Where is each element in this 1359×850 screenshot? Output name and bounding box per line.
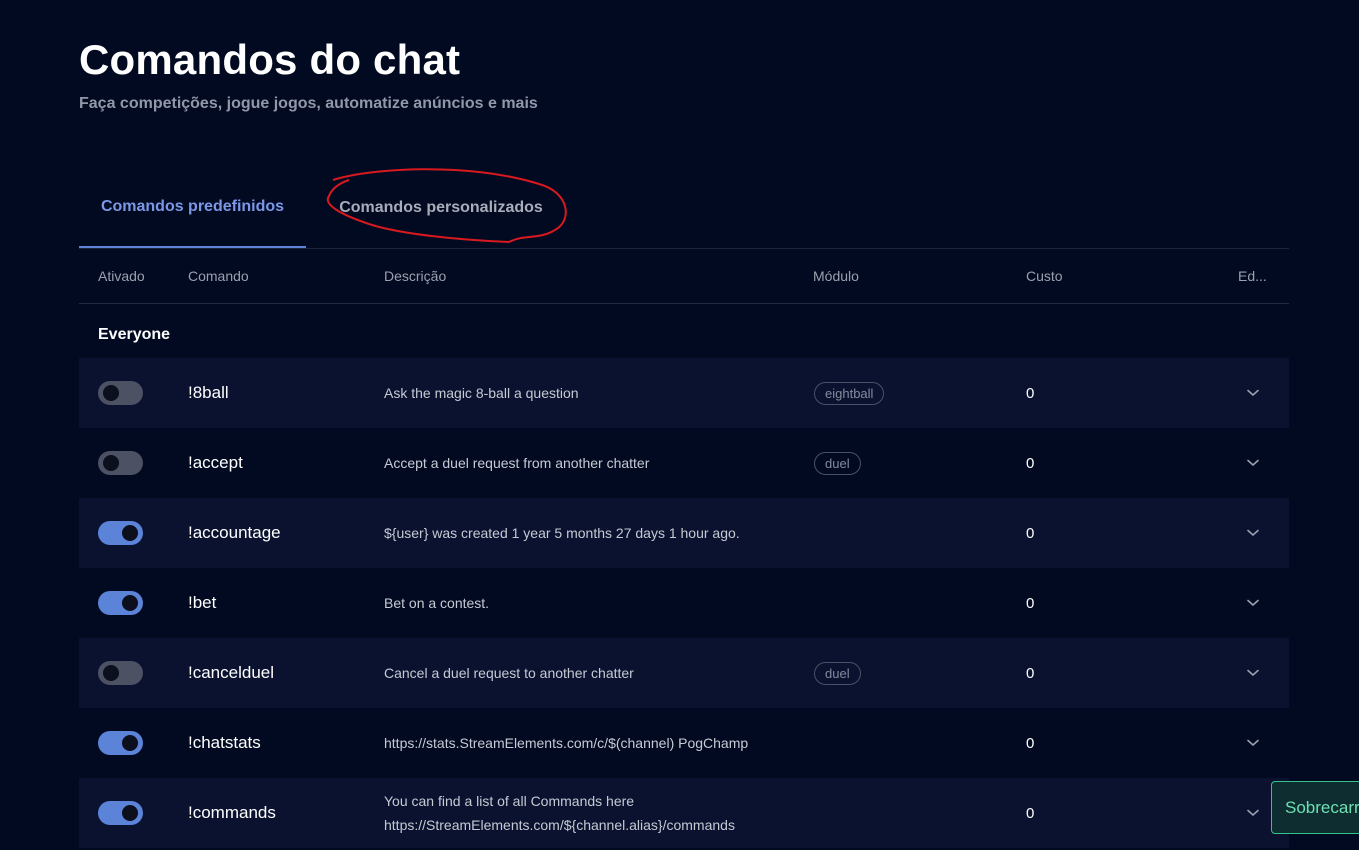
module-badge: eightball: [814, 381, 885, 405]
chevron-down-icon[interactable]: [1241, 428, 1265, 498]
command-name: !commands: [188, 803, 276, 822]
column-header-edit[interactable]: Ed...: [1238, 248, 1267, 303]
command-description: Bet on a contest.: [384, 595, 490, 611]
command-name: !8ball: [188, 383, 229, 402]
command-name: !accountage: [188, 523, 281, 542]
enabled-toggle[interactable]: [98, 381, 143, 405]
module-badge: duel: [814, 451, 861, 475]
table-row: !accept Accept a duel request from anoth…: [79, 428, 1289, 498]
overload-toast-button[interactable]: Sobrecarr: [1271, 781, 1359, 834]
table-row: !bet Bet on a contest. 0: [79, 568, 1289, 638]
command-description: You can find a list of all Commands here…: [384, 793, 735, 833]
enabled-toggle[interactable]: [98, 801, 143, 825]
chevron-down-icon[interactable]: [1241, 358, 1265, 428]
table-row: !commands You can find a list of all Com…: [79, 778, 1289, 848]
command-name: !bet: [188, 593, 217, 612]
enabled-cell: [98, 498, 143, 568]
command-name: !chatstats: [188, 733, 261, 752]
table-row: !8ball Ask the magic 8-ball a question e…: [79, 358, 1289, 428]
enabled-cell: [98, 358, 143, 428]
toggle-knob: [122, 735, 138, 751]
module-cell: duel: [814, 428, 861, 498]
table-row: !accountage ${user} was created 1 year 5…: [79, 498, 1289, 568]
command-cost: 0: [1026, 734, 1035, 752]
enabled-cell: [98, 568, 143, 638]
table-header: Ativado Comando Descrição Módulo Custo E…: [79, 248, 1289, 304]
enabled-cell: [98, 708, 143, 778]
tab-custom-commands[interactable]: Comandos personalizados: [326, 168, 556, 248]
command-cost: 0: [1026, 384, 1035, 402]
command-cost: 0: [1026, 524, 1035, 542]
toggle-knob: [122, 525, 138, 541]
page: Comandos do chat Faça competições, jogue…: [79, 0, 1289, 850]
module-cell: eightball: [814, 358, 885, 428]
toggle-knob: [122, 805, 138, 821]
enabled-cell: [98, 638, 143, 708]
command-cost: 0: [1026, 594, 1035, 612]
toggle-knob: [122, 595, 138, 611]
enabled-toggle[interactable]: [98, 731, 143, 755]
enabled-toggle[interactable]: [98, 521, 143, 545]
column-header-cost[interactable]: Custo: [1026, 248, 1063, 303]
command-description: ${user} was created 1 year 5 months 27 d…: [384, 525, 740, 541]
command-description: Accept a duel request from another chatt…: [384, 455, 650, 471]
command-description: https://stats.StreamElements.com/c/$(cha…: [384, 735, 749, 751]
toggle-knob: [103, 385, 119, 401]
toggle-knob: [103, 455, 119, 471]
module-cell: duel: [814, 638, 861, 708]
column-header-command[interactable]: Comando: [188, 248, 249, 303]
tab-bar: Comandos predefinidos Comandos personali…: [79, 168, 1289, 249]
chevron-down-icon[interactable]: [1241, 498, 1265, 568]
page-subtitle: Faça competições, jogue jogos, automatiz…: [79, 95, 538, 112]
module-badge: duel: [814, 661, 861, 685]
chevron-down-icon[interactable]: [1241, 568, 1265, 638]
enabled-toggle[interactable]: [98, 661, 143, 685]
command-cost: 0: [1026, 454, 1035, 472]
enabled-toggle[interactable]: [98, 591, 143, 615]
command-name: !cancelduel: [188, 663, 275, 682]
command-description: Ask the magic 8-ball a question: [384, 385, 579, 401]
table-row: !chatstats https://stats.StreamElements.…: [79, 708, 1289, 778]
command-description: Cancel a duel request to another chatter: [384, 665, 634, 681]
command-cost: 0: [1026, 664, 1035, 682]
command-cost: 0: [1026, 804, 1035, 822]
enabled-cell: [98, 778, 143, 848]
tab-predefined-commands[interactable]: Comandos predefinidos: [79, 168, 306, 248]
enabled-cell: [98, 428, 143, 498]
chevron-down-icon[interactable]: [1241, 638, 1265, 708]
chevron-down-icon[interactable]: [1241, 708, 1265, 778]
command-name: !accept: [188, 453, 243, 472]
toggle-knob: [103, 665, 119, 681]
enabled-toggle[interactable]: [98, 451, 143, 475]
column-header-module[interactable]: Módulo: [813, 248, 859, 303]
table-row: !cancelduel Cancel a duel request to ano…: [79, 638, 1289, 708]
group-label-everyone: Everyone: [98, 326, 171, 343]
column-header-enabled[interactable]: Ativado: [98, 248, 145, 303]
chevron-down-icon[interactable]: [1241, 778, 1265, 848]
column-header-description[interactable]: Descrição: [384, 248, 446, 303]
commands-table-body: !8ball Ask the magic 8-ball a question e…: [79, 358, 1289, 848]
page-title: Comandos do chat: [79, 36, 461, 83]
